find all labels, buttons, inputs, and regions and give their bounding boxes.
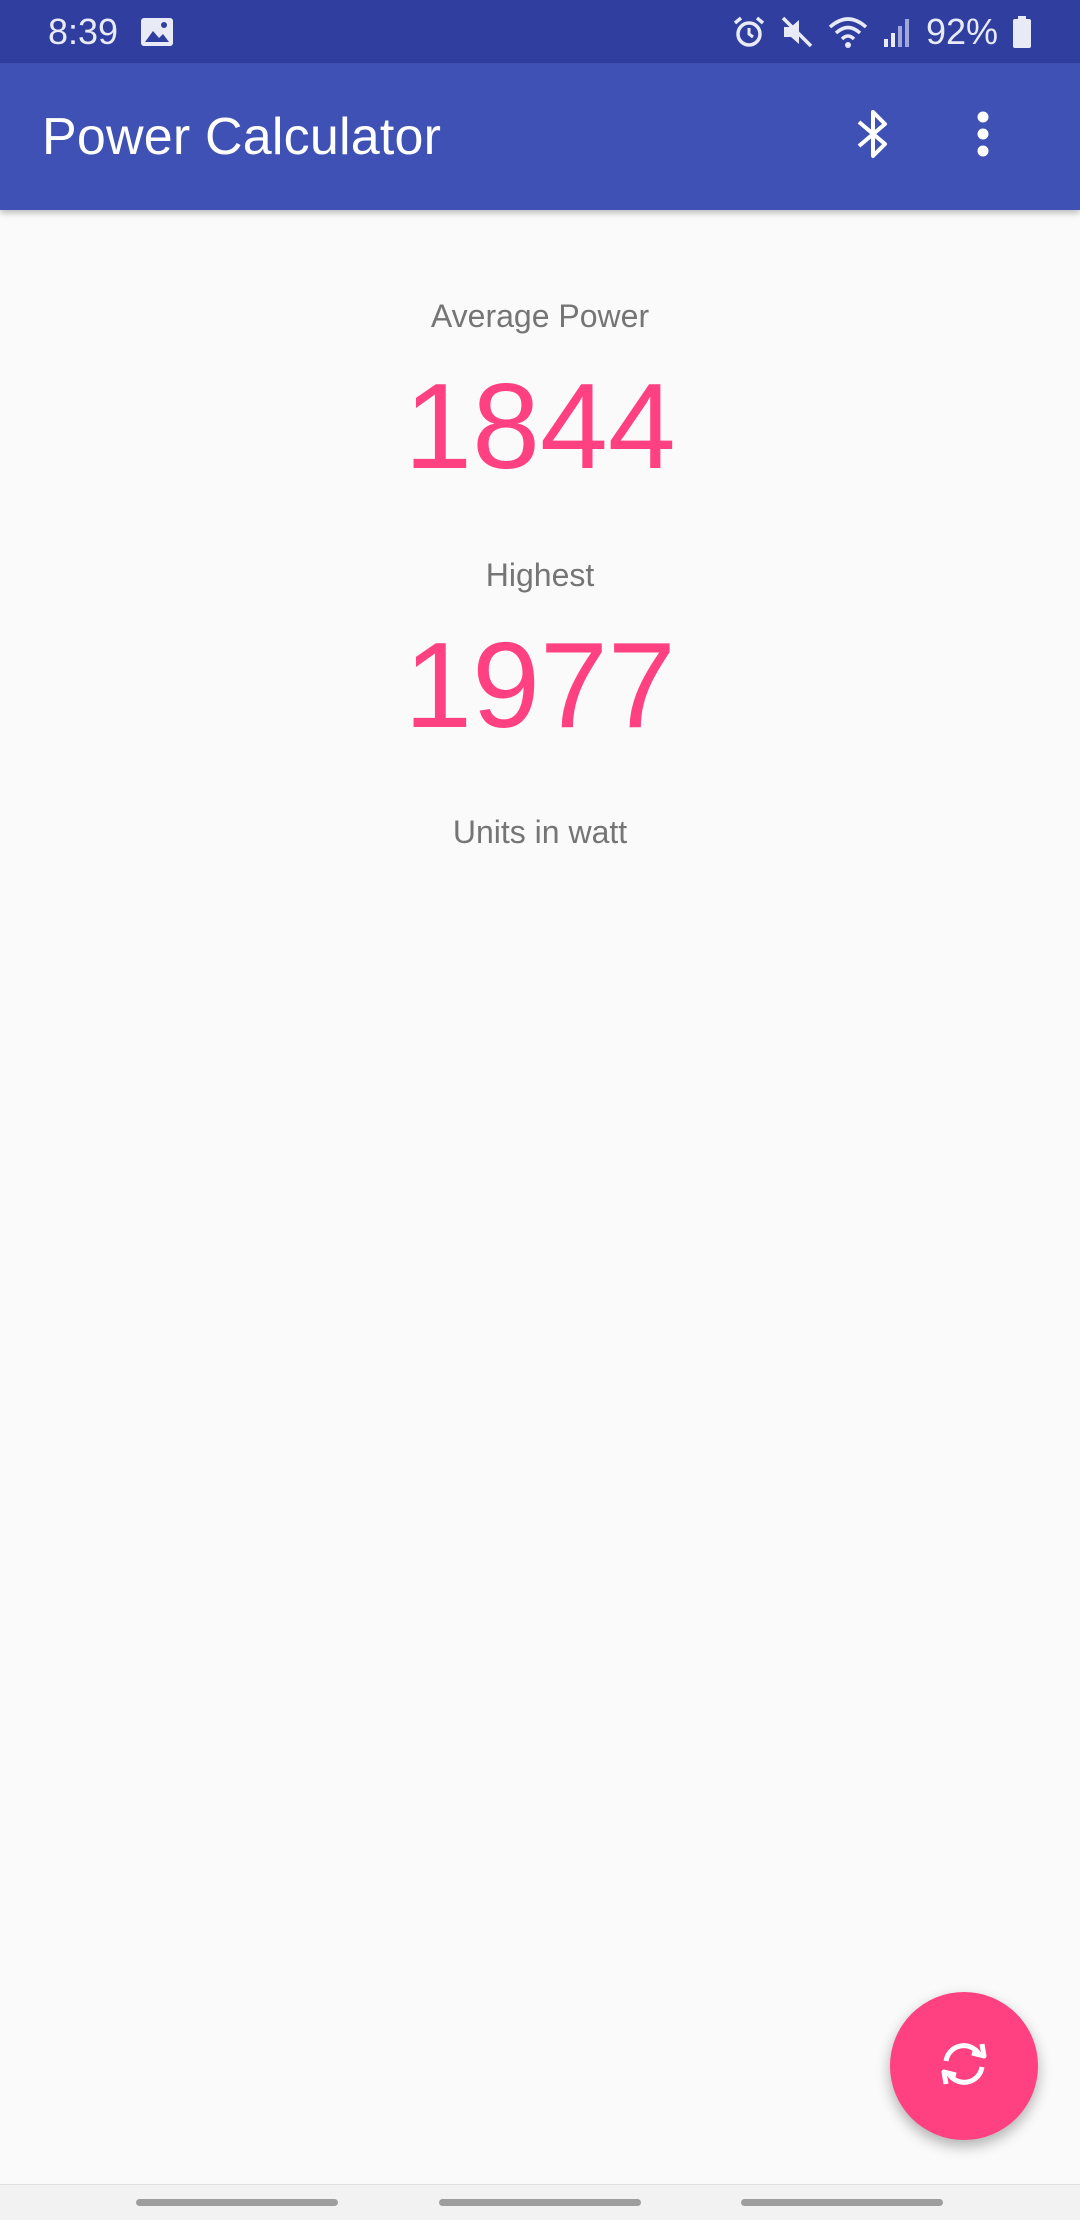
refresh-icon [934,2034,994,2099]
status-time: 8:39 [48,10,119,52]
navigation-bar [0,2184,1080,2220]
nav-back-handle[interactable] [741,2199,943,2206]
bluetooth-button[interactable] [818,82,928,192]
battery-percentage: 92% [925,10,998,52]
signal-icon [882,15,912,49]
wifi-icon [828,15,868,49]
image-icon [140,17,174,47]
average-power-label: Average Power [430,298,650,334]
refresh-button[interactable] [890,1992,1038,2140]
average-power-value: 1844 [404,358,676,494]
alarm-icon [732,15,766,49]
bluetooth-icon [855,106,891,167]
status-bar: 8:39 92% [0,0,1080,63]
more-vert-icon [977,111,989,162]
app-bar: Power Calculator [0,63,1080,210]
overflow-menu-button[interactable] [928,82,1038,192]
nav-recents-handle[interactable] [136,2199,338,2206]
battery-icon [1012,15,1032,49]
nav-home-handle[interactable] [439,2199,641,2206]
app-title: Power Calculator [42,107,442,166]
highest-value: 1977 [404,617,676,753]
units-label: Units in watt [452,814,628,850]
power-summary: Average Power 1844 Highest 1977 Units in… [0,210,1080,851]
mute-icon [780,15,814,49]
highest-label: Highest [485,557,595,593]
